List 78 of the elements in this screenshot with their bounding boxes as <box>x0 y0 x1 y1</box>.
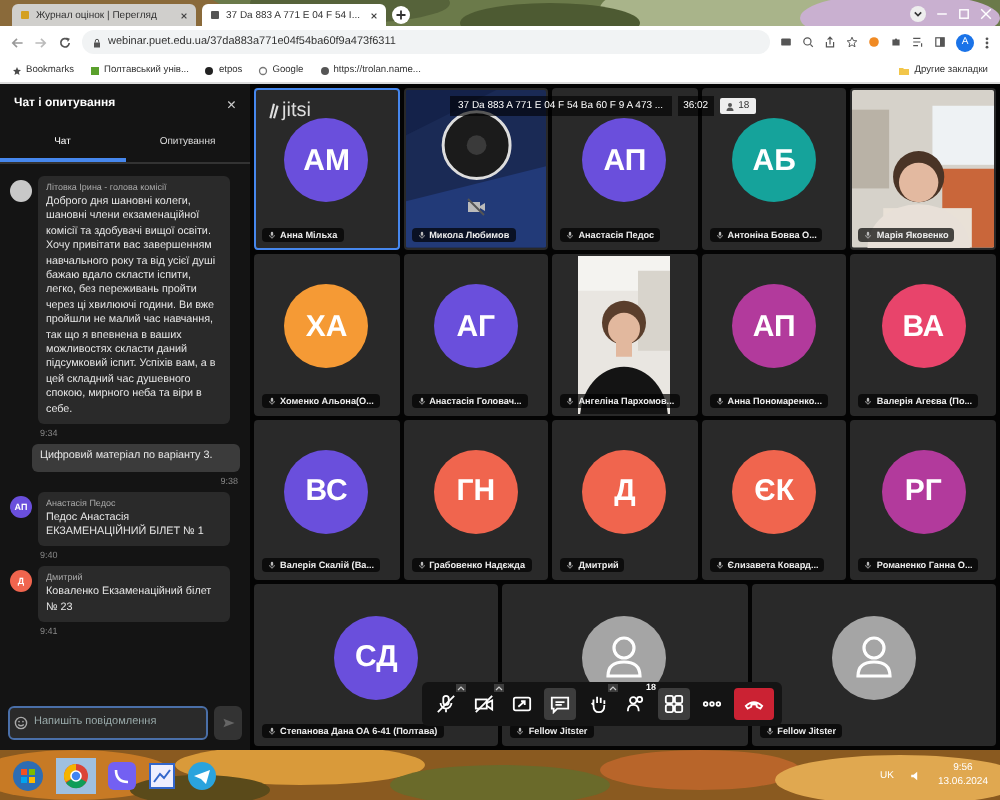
folder-icon <box>898 65 911 75</box>
microphone-icon <box>566 395 575 405</box>
microphone-icon <box>268 726 276 736</box>
browser-icon[interactable] <box>56 757 96 793</box>
menu-icon[interactable] <box>984 35 990 49</box>
star-icon[interactable] <box>846 36 858 48</box>
participant-avatar: АГ <box>433 284 518 369</box>
grid-icon <box>664 694 684 714</box>
star-icon <box>12 65 22 75</box>
phone-app-icon[interactable] <box>108 761 136 789</box>
people-icon <box>726 101 737 111</box>
people-icon <box>626 694 646 714</box>
logo-icon <box>268 102 280 120</box>
plus-icon[interactable] <box>392 6 410 24</box>
zoom-icon[interactable] <box>802 36 814 48</box>
participant-avatar: АП <box>582 118 667 203</box>
microphone-icon <box>268 229 276 240</box>
participant-avatar: Д <box>582 449 667 534</box>
close-icon[interactable] <box>370 11 378 19</box>
start-icon[interactable] <box>12 759 44 791</box>
participant-avatar: ХА <box>284 284 369 369</box>
reload-icon[interactable] <box>58 35 72 49</box>
person-icon <box>831 615 916 700</box>
microphone-icon <box>715 229 724 240</box>
microphone-icon <box>566 560 575 571</box>
participant-avatar: АМ <box>284 118 369 203</box>
microphone-icon <box>417 395 426 405</box>
microphone-icon <box>268 395 276 405</box>
participant-avatar: ВС <box>284 449 369 534</box>
sidebar-icon[interactable] <box>934 36 946 48</box>
participant-avatar: АБ <box>732 118 817 203</box>
microphone-icon <box>417 229 426 240</box>
page-icon <box>20 10 30 20</box>
participant-avatar: ЄК <box>732 449 817 534</box>
microphone-icon <box>715 560 724 571</box>
participant-avatar: СД <box>334 615 419 700</box>
close-button[interactable]: × <box>226 95 236 113</box>
dropdown-icon[interactable] <box>910 6 926 22</box>
chat-icon <box>550 694 570 714</box>
microphone-icon <box>566 229 575 240</box>
site-icon <box>204 65 215 75</box>
back-icon[interactable] <box>10 35 24 49</box>
site-icon <box>90 65 100 75</box>
caret-icon[interactable] <box>456 684 466 692</box>
send-button[interactable] <box>214 705 242 739</box>
microphone-icon <box>864 395 873 405</box>
emoji-icon[interactable] <box>14 715 28 729</box>
app-logo: jitsi <box>282 100 311 122</box>
site-icon <box>258 65 269 75</box>
toolbar-button[interactable] <box>658 688 690 720</box>
camera-off-icon <box>465 197 486 216</box>
microphone-icon <box>516 726 525 736</box>
microphone-muted-icon <box>436 694 456 714</box>
app-icon[interactable] <box>148 761 176 789</box>
participant-avatar: РГ <box>881 449 966 534</box>
hang-up-button[interactable] <box>734 688 774 720</box>
share-icon[interactable] <box>824 36 836 48</box>
send-app-icon[interactable] <box>188 761 216 789</box>
microphone-icon <box>268 560 276 571</box>
lock-icon <box>92 37 102 47</box>
close-icon[interactable] <box>180 11 188 19</box>
hand-icon <box>588 694 608 714</box>
screen-share-icon <box>512 694 532 714</box>
microphone-icon <box>715 395 724 405</box>
camera-off-icon <box>474 694 494 714</box>
microphone-icon <box>765 726 774 736</box>
caret-icon[interactable] <box>608 684 618 692</box>
microphone-icon <box>864 560 873 571</box>
toolbar-button[interactable] <box>544 688 576 720</box>
participant-avatar: АП <box>732 284 817 369</box>
caret-icon[interactable] <box>494 684 504 692</box>
microphone-icon <box>864 229 873 240</box>
microphone-icon <box>417 560 426 571</box>
send-icon <box>221 715 235 729</box>
page-icon <box>210 10 220 20</box>
participant-avatar: ГН <box>433 449 518 534</box>
participant-avatar: ВА <box>881 284 966 369</box>
playlist-icon[interactable] <box>912 36 924 48</box>
